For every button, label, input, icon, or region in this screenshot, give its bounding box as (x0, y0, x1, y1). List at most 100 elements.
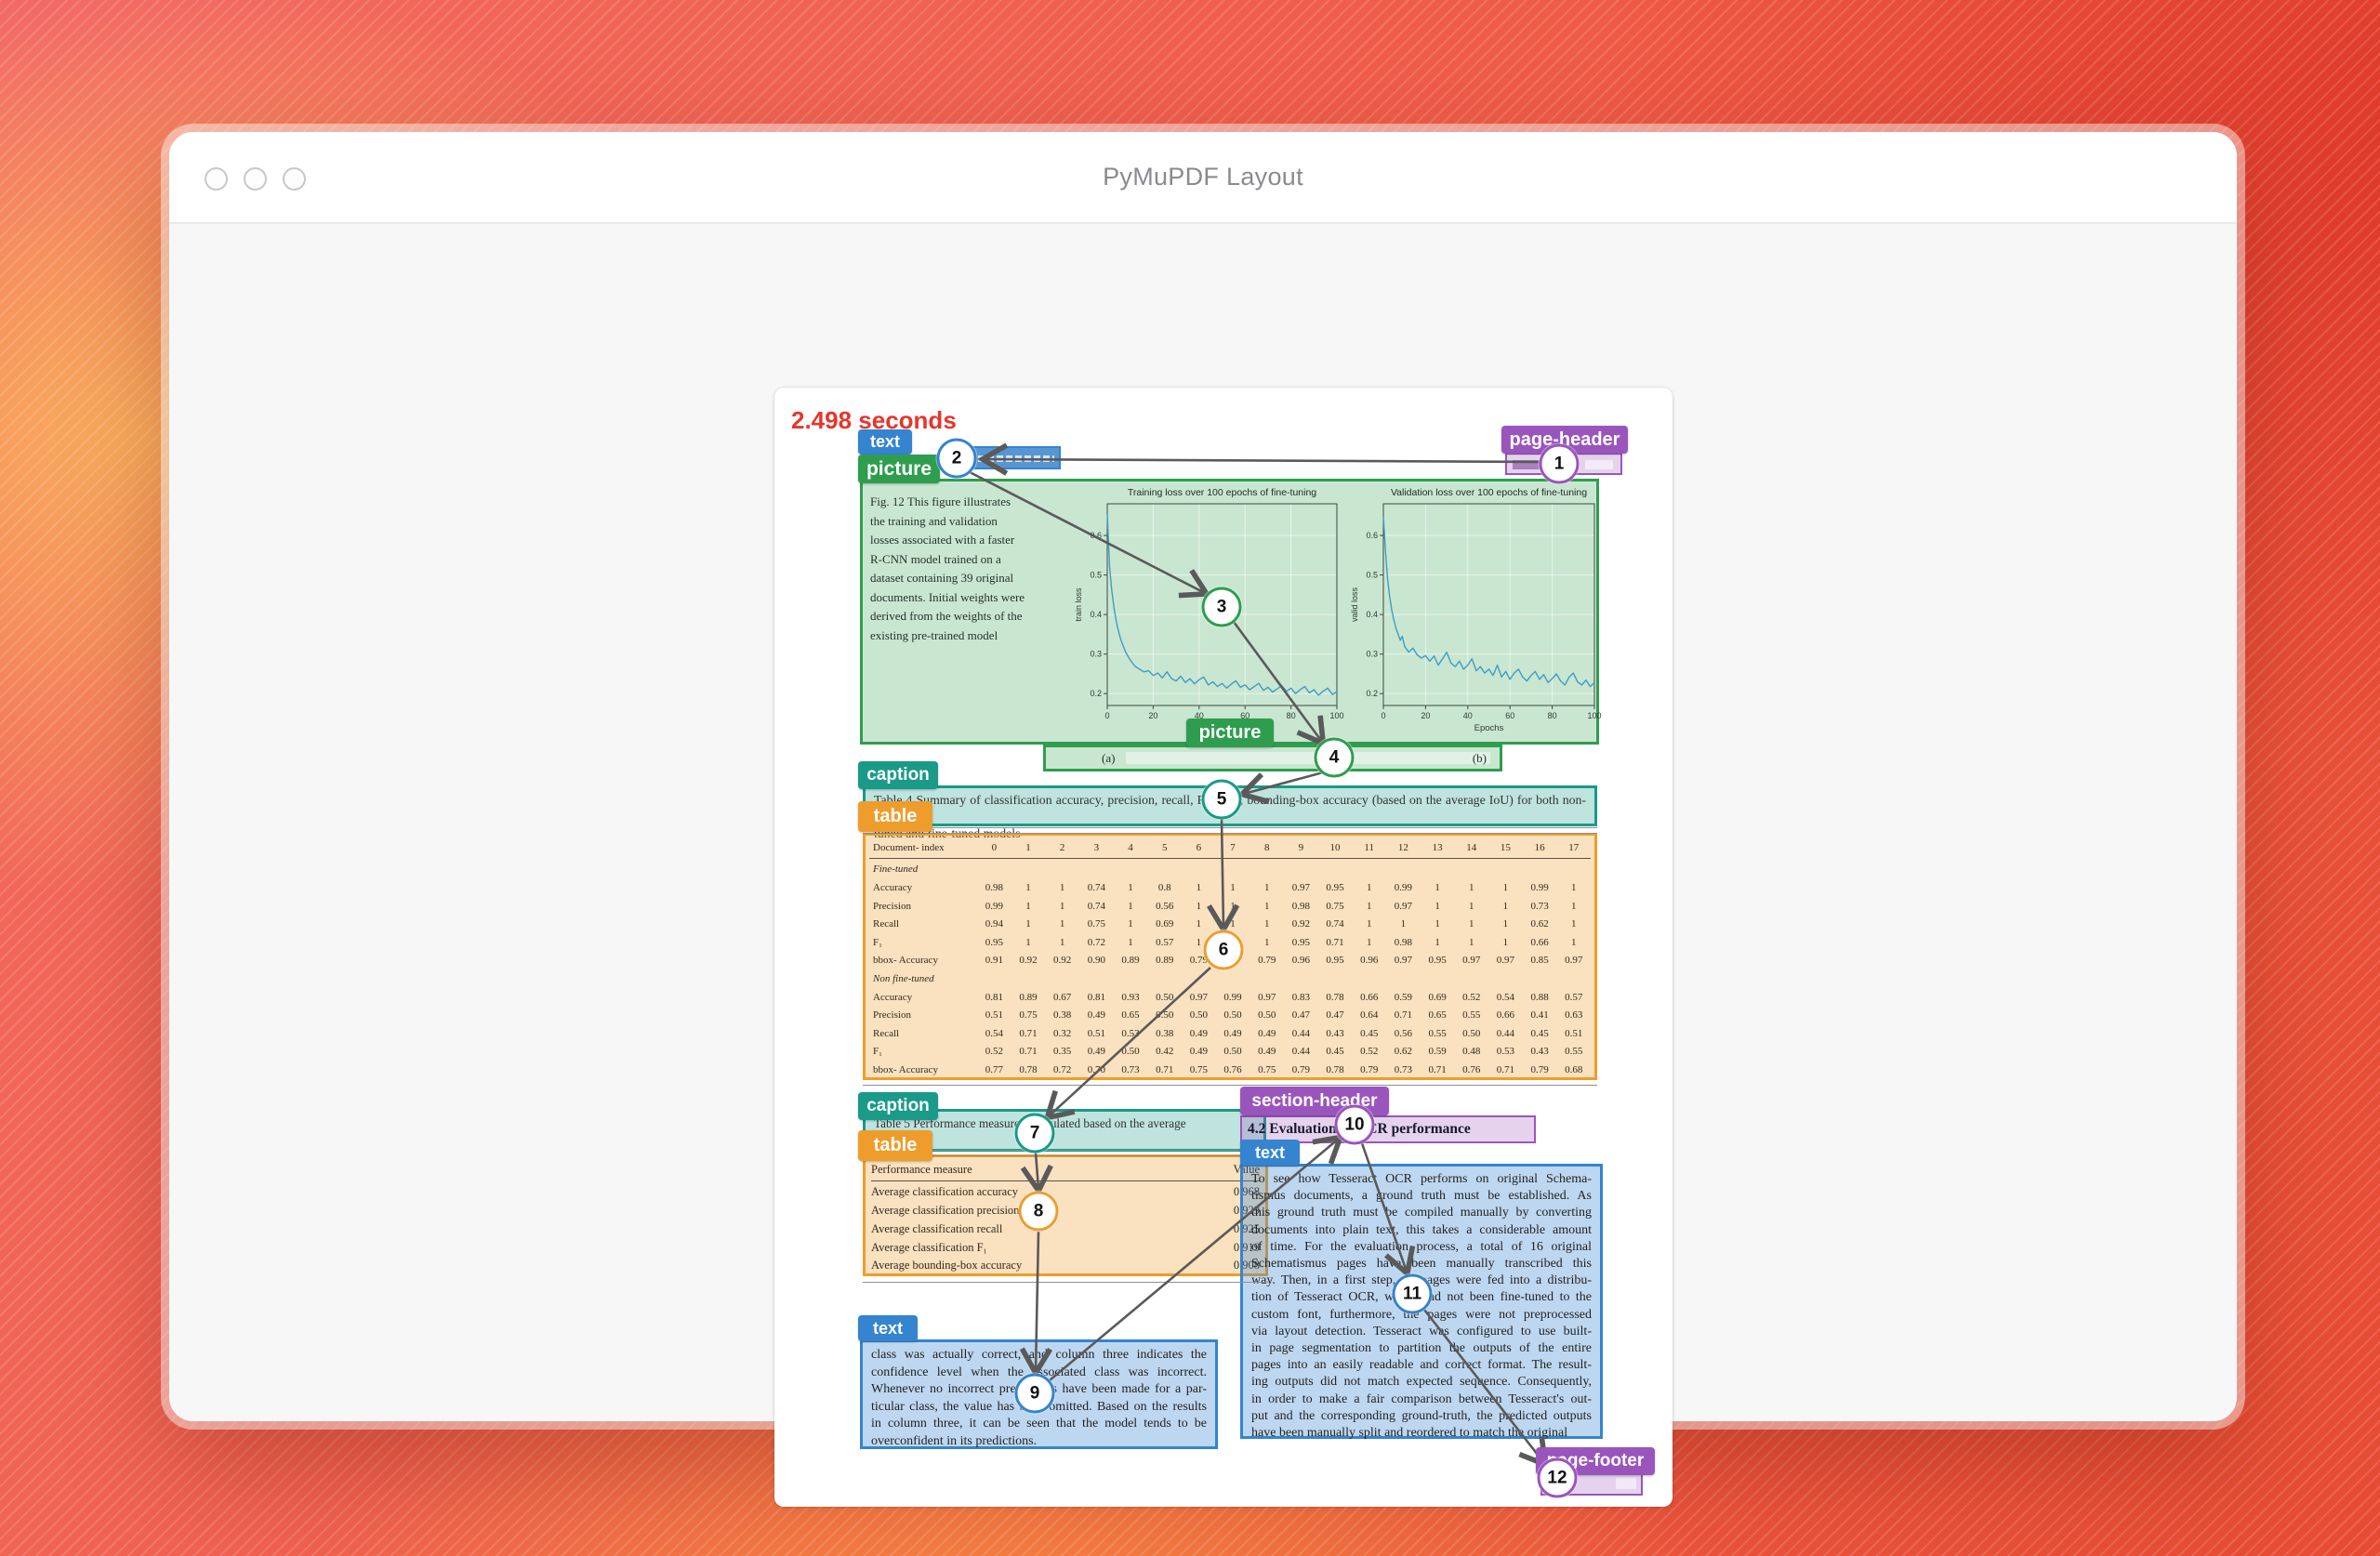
reading-order-circle-12: 12 (1538, 1458, 1578, 1498)
text-line: the training and validation (870, 512, 1043, 532)
table-row: Accuracy0.810.890.670.810.930.500.970.99… (869, 988, 1591, 1007)
text-line: overconfident in its predictions. (871, 1433, 1207, 1451)
text-line: in page segmentation to partition the ou… (1251, 1340, 1592, 1357)
svg-text:0.6: 0.6 (1090, 531, 1102, 540)
label-chip-caption-1: caption (858, 761, 938, 789)
pdf-page: 2.498 seconds text picture page-header p… (774, 388, 1673, 1507)
sublabel-a: (a) (1102, 747, 1115, 769)
window-title: PyMuPDF Layout (169, 132, 2237, 222)
svg-text:100: 100 (1329, 711, 1343, 720)
table-row: bbox- Accuracy0.770.780.720.700.730.710.… (869, 1061, 1591, 1079)
label-chip-table-1: table (858, 801, 932, 832)
svg-text:Training loss over 100 epochs: Training loss over 100 epochs of fine-tu… (1128, 487, 1316, 498)
rule-below-table1 (863, 1085, 1597, 1086)
table-row: Fine-tuned (869, 861, 1591, 879)
svg-text:0.5: 0.5 (1090, 571, 1102, 580)
svg-text:0.2: 0.2 (1366, 689, 1378, 698)
table-row: Average classification F₁0.919 (871, 1238, 1260, 1257)
table-region-performance: Performance measureValue Average classifi… (863, 1154, 1268, 1276)
text-line: existing pre-trained model (870, 626, 1043, 646)
svg-text:40: 40 (1463, 711, 1473, 720)
text-line: dataset containing 39 original (870, 569, 1043, 588)
svg-text:20: 20 (1421, 711, 1430, 720)
reading-order-circle-9: 9 (1015, 1374, 1055, 1414)
text-line: To see how Tesseract OCR performs on ori… (1251, 1171, 1592, 1188)
reading-order-circle-7: 7 (1015, 1114, 1055, 1154)
text-line: in order to make a fair comparison betwe… (1251, 1391, 1592, 1408)
performance-table: Performance measureValue Average classifi… (871, 1161, 1260, 1275)
sublabel-band (1126, 752, 1490, 764)
text-line: pages into an easily readable and correc… (1251, 1357, 1592, 1374)
table-row: Precision0.510.750.380.490.650.500.500.5… (869, 1006, 1591, 1024)
sublabel-b: (b) (1473, 747, 1487, 769)
text-line: tismus documents, a ground truth must be… (1251, 1188, 1592, 1205)
table-row: Average bounding-box accuracy0.908 (871, 1257, 1260, 1275)
text-line: R-CNN model trained on a (870, 550, 1043, 570)
reading-order-circle-11: 11 (1393, 1274, 1433, 1314)
text-line: via layout detection. Tesseract was conf… (1251, 1324, 1592, 1340)
svg-text:100: 100 (1587, 711, 1601, 720)
svg-text:Validation loss over 100 epoch: Validation loss over 100 epochs of fine-… (1391, 487, 1587, 498)
table-row: Average classification accuracy0.968 (871, 1183, 1260, 1202)
svg-text:train loss: train loss (1074, 587, 1083, 622)
rule-above-table1 (863, 827, 1597, 834)
reading-order-circle-10: 10 (1335, 1105, 1375, 1145)
table-row: F₁0.520.710.350.490.500.420.490.500.490.… (869, 1043, 1591, 1062)
svg-text:20: 20 (1148, 711, 1157, 720)
elapsed-time: 2.498 seconds (791, 406, 957, 435)
text-line: class was actually correct, and column t… (871, 1347, 1207, 1365)
svg-text:0.2: 0.2 (1090, 689, 1102, 698)
svg-text:0.3: 0.3 (1090, 650, 1102, 659)
text-line: Schematismus pages have been manually tr… (1251, 1256, 1592, 1272)
svg-text:valid loss: valid loss (1350, 587, 1359, 622)
app-window: PyMuPDF Layout 2.498 seconds text pictur… (169, 132, 2237, 1421)
text-line: Fig. 12 This figure illustrates (870, 493, 1043, 512)
text-line: documents into plain text, this takes a … (1251, 1222, 1592, 1239)
reading-order-circle-5: 5 (1202, 780, 1242, 820)
text-line: of time. For the evaluation process, a t… (1251, 1239, 1592, 1256)
svg-text:0.6: 0.6 (1366, 531, 1378, 540)
text-line: in column three, it can be seen that the… (871, 1416, 1207, 1433)
table-row: Recall0.540.710.320.510.530.380.490.490.… (869, 1024, 1591, 1043)
reading-order-circle-4: 4 (1315, 738, 1355, 778)
text-line: put and the corresponding ground-truth, … (1251, 1408, 1592, 1425)
svg-text:60: 60 (1505, 711, 1514, 720)
label-chip-picture-main: picture (858, 455, 940, 483)
label-chip-text-bottom: text (858, 1315, 918, 1341)
label-chip-text-right: text (1240, 1140, 1300, 1166)
validation-loss-chart: 0.20.30.40.50.6020406080100Validation lo… (1349, 484, 1602, 733)
svg-text:0.4: 0.4 (1366, 610, 1378, 619)
reading-order-circle-6: 6 (1204, 930, 1244, 970)
reading-order-circle-3: 3 (1202, 587, 1242, 627)
table-row: Document- index0123456789101112131415161… (869, 838, 1591, 857)
svg-text:0: 0 (1381, 711, 1385, 720)
svg-text:0.3: 0.3 (1366, 650, 1378, 659)
svg-text:0.4: 0.4 (1090, 610, 1102, 619)
text-line: derived from the weights of the (870, 607, 1043, 626)
figure-caption: Fig. 12 This figure illustratesthe train… (870, 493, 1043, 645)
table-row: Accuracy0.98110.7410.81110.970.9510.9911… (869, 878, 1591, 897)
text-region-header-line (972, 446, 1061, 469)
label-chip-table-2: table (858, 1130, 932, 1161)
titlebar[interactable]: PyMuPDF Layout (169, 132, 2237, 224)
reading-order-circle-2: 2 (937, 439, 977, 479)
reading-order-circle-1: 1 (1540, 444, 1580, 484)
label-chip-picture-strip: picture (1186, 719, 1274, 747)
picture-region-sublabels: (a) (b) (1043, 745, 1502, 771)
rule-below-table2 (863, 1282, 1268, 1283)
label-chip-caption-2: caption (858, 1092, 938, 1120)
reading-order-circle-8: 8 (1019, 1192, 1059, 1232)
svg-text:Epochs: Epochs (1474, 723, 1504, 733)
svg-text:0: 0 (1104, 711, 1109, 720)
table-row: Average classification recall0.925 (871, 1220, 1260, 1238)
text-line: ing outputs did not match expected seque… (1251, 1374, 1592, 1391)
text-line: documents. Initial weights were (870, 588, 1043, 608)
table-row: Average classification precision0.929 (871, 1202, 1260, 1220)
table-row: Non fine-tuned (869, 969, 1591, 988)
window-content: 2.498 seconds text picture page-header p… (169, 224, 2237, 1421)
table-row: Performance measureValue (871, 1161, 1260, 1180)
text-line: have been manually split and reordered t… (1251, 1425, 1592, 1442)
text-line: losses associated with a faster (870, 531, 1043, 550)
svg-text:80: 80 (1548, 711, 1557, 720)
text-line: this ground truth must be compiled manua… (1251, 1205, 1592, 1221)
